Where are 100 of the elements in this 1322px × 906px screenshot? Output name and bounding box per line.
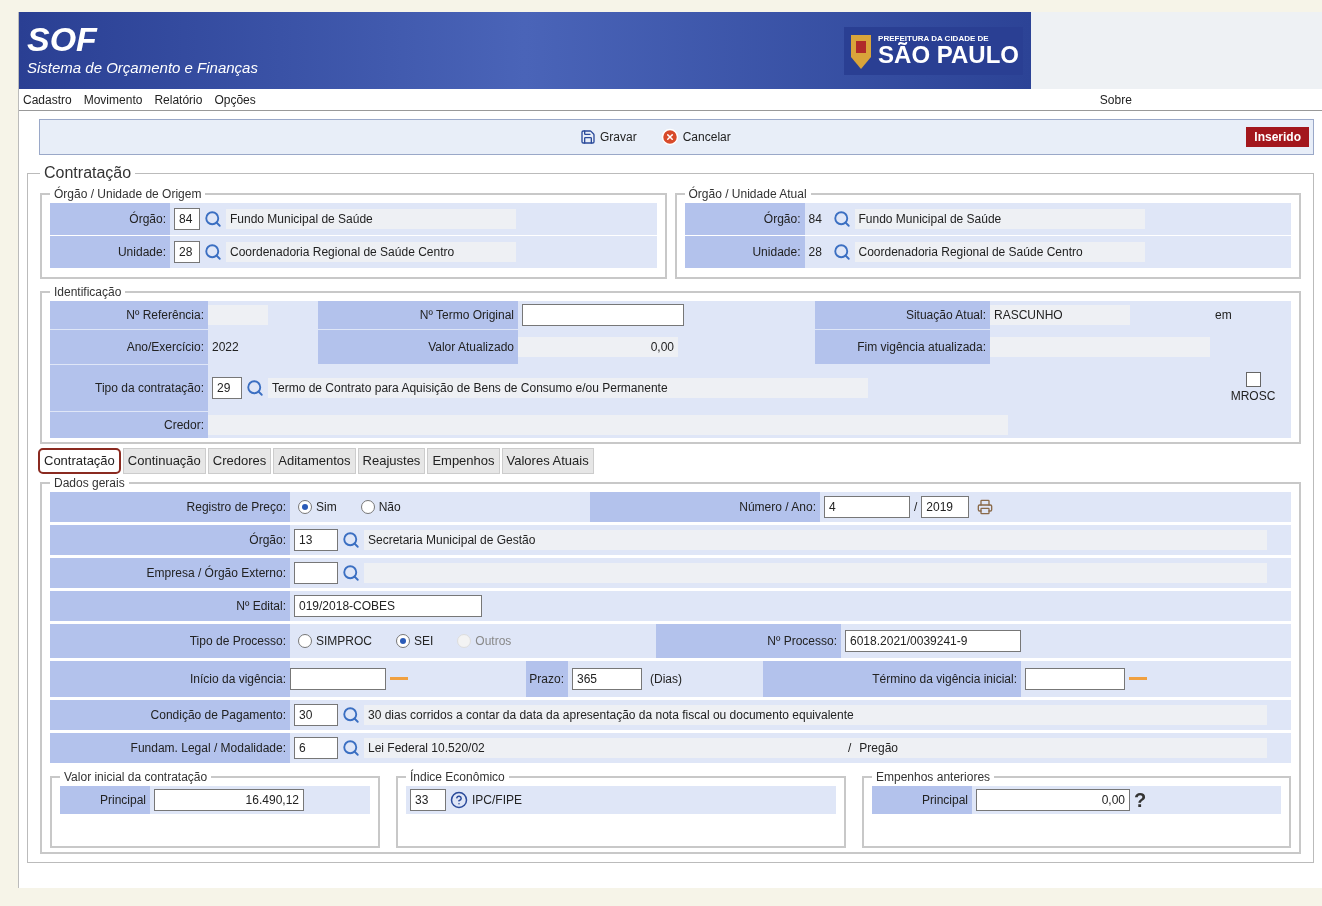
field-label: Situação Atual:	[815, 301, 990, 329]
menu-item[interactable]: Sobre	[1099, 90, 1132, 109]
code-field[interactable]: 6	[294, 737, 338, 759]
code-field[interactable]: 84	[174, 208, 200, 230]
separator-text: /	[914, 499, 918, 516]
save-icon	[580, 129, 596, 145]
unit-name-field: Fundo Municipal de Saúde	[854, 209, 1145, 229]
original-term-field[interactable]	[522, 304, 684, 326]
checkbox[interactable]	[1245, 371, 1261, 387]
principal-field[interactable]: 16.490,12	[154, 789, 304, 811]
logo-city: SÃO PAULO	[878, 42, 1019, 67]
code-field[interactable]: 30	[294, 704, 338, 726]
code-field[interactable]: 13	[294, 529, 338, 551]
help-mark[interactable]: ?	[1134, 785, 1147, 815]
radio-label: SEI	[414, 633, 434, 650]
tab[interactable]: Empenhos	[427, 448, 500, 474]
app-logo-text: SOF	[27, 21, 99, 58]
field-label: Unidade:	[684, 236, 805, 268]
field-label: Órgão:	[50, 203, 170, 235]
field-label: Unidade:	[50, 236, 170, 268]
field-label: Nº Referência:	[50, 301, 208, 329]
search-icon[interactable]	[342, 531, 360, 549]
legal-basis-text: Lei Federal 10.520/02	[368, 740, 486, 757]
tab[interactable]: Aditamentos	[273, 448, 356, 474]
end-date-field[interactable]	[1025, 668, 1125, 690]
search-icon[interactable]	[204, 243, 222, 261]
contract-type-name: Termo de Contrato para Aquisição de Bens de Consumo e/ou Permanente	[268, 378, 868, 398]
start-date-field[interactable]	[290, 668, 386, 690]
radio-button[interactable]	[396, 634, 410, 648]
index-name: IPC/FIPE	[472, 792, 523, 809]
tab[interactable]: Continuação	[122, 448, 206, 474]
field-label: Principal	[872, 786, 972, 814]
field-label: Término da vigência inicial:	[763, 661, 1021, 697]
unit-name-field: Coordenadoria Regional de Saúde Centro	[854, 242, 1145, 262]
menu-item[interactable]: Movimento	[83, 90, 143, 109]
tab[interactable]: Contratação	[38, 448, 121, 474]
status-badge: Inserido	[1246, 127, 1309, 147]
search-icon[interactable]	[832, 243, 851, 261]
printer-icon[interactable]	[977, 499, 994, 515]
cancel-button[interactable]: Cancelar	[660, 128, 731, 146]
app-subtitle: Sistema de Orçamento e Finanças	[27, 58, 258, 79]
year-value: 2022	[211, 339, 240, 356]
tab[interactable]: Credores	[207, 448, 272, 474]
tab[interactable]: Valores Atuais	[501, 448, 594, 474]
status-extra: em	[1215, 307, 1232, 324]
unit-name-field: Coordenadoria Regional de Saúde Centro	[226, 242, 516, 262]
group-legend: Valor inicial da contratação	[60, 768, 212, 786]
tab[interactable]: Reajustes	[357, 448, 426, 474]
search-icon[interactable]	[246, 379, 264, 397]
radio-label: SIMPROC	[316, 633, 372, 650]
checkbox-label: MROSC	[1230, 387, 1276, 405]
field-label: Número / Ano:	[590, 492, 820, 522]
code-field[interactable]: 29	[212, 377, 242, 399]
menu-item[interactable]: Relatório	[154, 90, 203, 109]
code-text: 84	[808, 211, 823, 228]
field-label: Fundam. Legal / Modalidade:	[50, 733, 290, 763]
radio-label: Outros	[475, 633, 512, 650]
field-label: Nº Edital:	[50, 591, 290, 621]
modality-text: Pregão	[859, 740, 899, 757]
code-field[interactable]: 28	[174, 241, 200, 263]
group-legend: Órgão / Unidade de Origem	[50, 185, 206, 203]
cancel-icon	[660, 128, 679, 146]
menu-item[interactable]: Cadastro	[23, 90, 72, 109]
search-icon[interactable]	[204, 210, 222, 228]
logo-caption: PREFEITURA DA CIDADE DE	[878, 34, 990, 43]
radio-button[interactable]	[298, 500, 312, 514]
field-label: Tipo da contratação:	[50, 365, 208, 411]
code-field[interactable]: 33	[410, 789, 446, 811]
reference-field	[208, 305, 268, 325]
organ-name-field: Secretaria Municipal de Gestão	[364, 530, 1267, 550]
code-field[interactable]	[294, 562, 338, 584]
term-field[interactable]: 365	[572, 668, 642, 690]
updated-value: 0,00	[518, 337, 678, 357]
group-legend: Dados gerais	[50, 474, 129, 492]
search-icon[interactable]	[342, 706, 360, 724]
number-field[interactable]: 4	[824, 496, 910, 518]
group-legend: Identificação	[50, 283, 126, 301]
radio-label: Sim	[316, 499, 337, 516]
status-value: RASCUNHO	[990, 305, 1130, 325]
year-field[interactable]: 2019	[921, 496, 970, 518]
menu-item[interactable]: Opções	[214, 90, 256, 109]
field-label: Principal	[60, 786, 150, 814]
group-legend: Índice Econômico	[406, 768, 509, 786]
search-icon[interactable]	[342, 739, 360, 757]
radio-label: Não	[378, 499, 401, 516]
principal-field[interactable]: 0,00	[976, 789, 1130, 811]
field-label: Empresa / Órgão Externo:	[50, 558, 290, 588]
radio-button[interactable]	[298, 634, 312, 648]
field-label: Credor:	[50, 412, 208, 438]
search-icon[interactable]	[832, 210, 851, 228]
process-number-field[interactable]: 6018.2021/0039241-9	[845, 630, 1021, 652]
field-label: Nº Processo:	[656, 624, 841, 658]
code-text: 28	[808, 244, 823, 261]
notice-number-field[interactable]: 019/2018-COBES	[294, 595, 482, 617]
search-icon[interactable]	[342, 564, 360, 582]
field-label: Ano/Exercício:	[50, 330, 208, 364]
unit-text: (Dias)	[650, 671, 682, 688]
radio-button[interactable]	[360, 500, 375, 514]
save-button[interactable]: Gravar	[580, 128, 637, 146]
field-label: Órgão:	[684, 203, 805, 235]
